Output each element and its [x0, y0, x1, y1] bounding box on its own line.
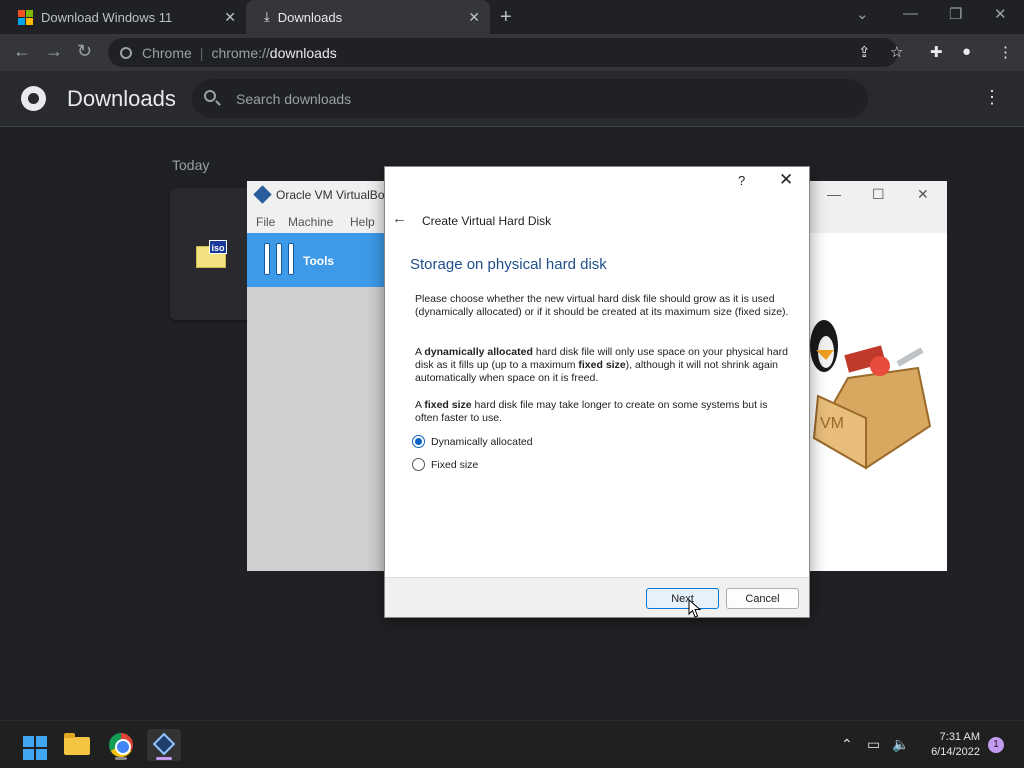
- search-icon: [204, 90, 216, 102]
- chrome-logo-icon: [21, 86, 46, 111]
- tab-downloads[interactable]: ⤓ Downloads ✕: [246, 0, 490, 34]
- network-icon[interactable]: ▭: [867, 736, 880, 753]
- dynamic-description-paragraph: A dynamically allocated hard disk file w…: [415, 346, 788, 385]
- menu-file[interactable]: File: [256, 215, 275, 229]
- chevron-up-icon[interactable]: ⌃: [841, 736, 853, 753]
- tools-icon: [264, 243, 294, 275]
- cancel-button[interactable]: Cancel: [726, 588, 799, 609]
- reload-icon[interactable]: ↻: [77, 41, 92, 62]
- radio-fixed-size[interactable]: Fixed size: [412, 458, 478, 471]
- running-indicator: [115, 757, 127, 760]
- radio-button-checked-icon[interactable]: [412, 435, 425, 448]
- virtualbox-icon: [152, 732, 176, 756]
- create-virtual-hard-disk-dialog: ? ✕ ← Create Virtual Hard Disk Storage o…: [384, 166, 810, 618]
- radio-dynamically-allocated[interactable]: Dynamically allocated: [412, 435, 533, 448]
- date-group-label: Today: [172, 157, 210, 173]
- forward-icon[interactable]: →: [45, 41, 63, 62]
- tab-title: Download Windows 11: [41, 9, 173, 25]
- extensions-icon[interactable]: ✚: [930, 43, 943, 61]
- sidebar-item-label: Tools: [303, 254, 335, 268]
- share-icon[interactable]: ⇪: [858, 43, 871, 61]
- window-title: Oracle VM VirtualBo: [276, 188, 385, 202]
- tab-download-windows[interactable]: Download Windows 11 ✕: [0, 0, 246, 34]
- close-icon[interactable]: ✕: [917, 186, 929, 203]
- close-icon[interactable]: ✕: [224, 9, 236, 26]
- browser-toolbar: ← → ↻ Chrome | chrome:// downloads ⇪ ☆ ✚…: [0, 34, 1024, 71]
- dialog-title: Create Virtual Hard Disk: [422, 214, 552, 228]
- browser-menu-icon[interactable]: ⋮: [998, 43, 1013, 61]
- tab-title: Downloads: [277, 9, 343, 25]
- taskbar: ⌃ ▭ 🔈 7:31 AM 6/14/2022 1: [0, 720, 1024, 768]
- active-indicator: [156, 757, 172, 760]
- fixed-description-paragraph: A fixed size hard disk file may take lon…: [415, 399, 768, 425]
- virtualbox-logo-icon: [253, 185, 272, 204]
- tab-search-icon[interactable]: ⌄: [856, 5, 869, 23]
- taskbar-file-explorer[interactable]: [60, 729, 94, 761]
- maximize-icon[interactable]: ☐: [872, 186, 885, 203]
- dialog-footer: Next Cancel: [385, 577, 809, 617]
- download-icon: ⤓: [264, 9, 270, 24]
- menu-help[interactable]: Help: [350, 215, 375, 229]
- url-scheme: chrome://: [211, 44, 270, 61]
- start-icon: [23, 736, 47, 760]
- restore-icon[interactable]: ❐: [949, 5, 962, 23]
- close-icon[interactable]: ✕: [468, 9, 480, 26]
- minimize-icon[interactable]: —: [903, 5, 918, 22]
- back-arrow-icon[interactable]: ←: [392, 210, 407, 227]
- url-separator: |: [199, 44, 204, 61]
- virtualbox-mascot-icon: VM: [810, 320, 932, 470]
- help-button[interactable]: ?: [738, 173, 745, 188]
- clock-date: 6/14/2022: [931, 746, 980, 758]
- chrome-site-icon: [120, 46, 132, 59]
- minimize-icon[interactable]: —: [827, 186, 841, 202]
- search-box[interactable]: [192, 79, 868, 118]
- menu-machine[interactable]: Machine: [288, 215, 333, 229]
- system-clock[interactable]: 7:31 AM 6/14/2022: [918, 730, 980, 760]
- sidebar-item-tools[interactable]: Tools: [247, 233, 387, 287]
- page-title: Downloads: [67, 86, 176, 111]
- volume-icon[interactable]: 🔈: [892, 736, 909, 753]
- page-heading: Storage on physical hard disk: [410, 256, 607, 273]
- taskbar-chrome[interactable]: [104, 729, 138, 761]
- iso-file-icon: iso: [196, 238, 228, 268]
- close-icon[interactable]: ✕: [779, 170, 793, 190]
- radio-label: Fixed size: [431, 458, 479, 471]
- windows-logo-icon: [18, 9, 33, 25]
- bookmark-star-icon[interactable]: ☆: [890, 43, 903, 61]
- vbox-sidebar: Tools: [247, 233, 387, 571]
- svg-text:VM: VM: [820, 415, 844, 432]
- back-icon[interactable]: ←: [13, 41, 31, 62]
- new-tab-icon[interactable]: +: [500, 6, 512, 29]
- radio-button-icon[interactable]: [412, 458, 425, 471]
- search-input[interactable]: [236, 79, 836, 118]
- url-path: downloads: [269, 44, 337, 61]
- notification-badge[interactable]: 1: [988, 737, 1004, 753]
- mouse-cursor-icon: [688, 599, 702, 618]
- clock-time: 7:31 AM: [939, 731, 980, 743]
- taskbar-virtualbox[interactable]: [147, 729, 181, 761]
- more-options-icon[interactable]: ⋮: [983, 88, 1001, 106]
- downloads-header: Downloads ⋮: [0, 71, 1024, 127]
- start-button[interactable]: [15, 729, 49, 761]
- url-chip: Chrome: [142, 44, 192, 61]
- address-bar[interactable]: Chrome | chrome:// downloads: [108, 38, 898, 67]
- close-window-icon[interactable]: ✕: [994, 5, 1007, 23]
- profile-icon[interactable]: ●: [962, 43, 971, 60]
- description-paragraph: Please choose whether the new virtual ha…: [415, 293, 789, 319]
- chrome-icon: [109, 733, 133, 757]
- browser-tab-strip: Download Windows 11 ✕ ⤓ Downloads ✕ + ⌄ …: [0, 0, 1024, 34]
- next-button[interactable]: Next: [646, 588, 719, 609]
- file-explorer-icon: [64, 733, 90, 755]
- radio-label: Dynamically allocated: [431, 435, 533, 448]
